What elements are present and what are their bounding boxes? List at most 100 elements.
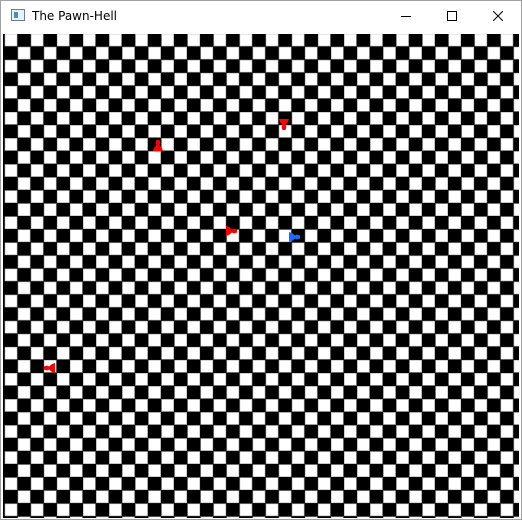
board-square-light	[448, 425, 462, 438]
board-square-light	[226, 412, 240, 425]
board-square-light	[174, 46, 187, 60]
board-square-light	[422, 477, 435, 491]
board-square-light	[30, 164, 44, 177]
board-square-light	[174, 151, 187, 164]
board-square-light	[265, 451, 279, 464]
board-square-light	[265, 85, 279, 99]
board-square-light	[265, 190, 279, 203]
minimize-button[interactable]	[383, 1, 429, 31]
board-square-light	[69, 46, 83, 60]
board-square-light	[83, 190, 96, 203]
board-square-light	[435, 281, 448, 295]
board-square-light	[109, 451, 122, 464]
title-bar[interactable]: The Pawn-Hell	[1, 1, 521, 31]
board-square-light	[109, 346, 122, 360]
board-square-light	[500, 451, 514, 464]
board-square-light	[265, 112, 279, 125]
board-square-light	[213, 59, 227, 73]
board-square-light	[83, 425, 96, 438]
board-square-light	[43, 490, 57, 504]
board-square-light	[357, 255, 370, 269]
close-button[interactable]	[475, 1, 521, 31]
board-square-light	[30, 399, 44, 412]
board-square-light	[200, 386, 214, 399]
board-square-light	[435, 151, 448, 164]
board-square-light	[239, 503, 253, 517]
board-square-light	[265, 477, 279, 491]
board-square-light	[513, 177, 519, 190]
board-square-light	[69, 203, 83, 216]
board-square-light	[148, 307, 161, 321]
board-square-light	[174, 125, 187, 138]
board-square-light	[265, 294, 279, 308]
board-square-light	[330, 490, 344, 504]
board-square-light	[56, 425, 70, 438]
board-square-light	[396, 85, 409, 99]
board-square-light	[422, 320, 435, 334]
board-square-light	[4, 164, 18, 177]
board-square-light	[69, 177, 83, 190]
board-square-light	[226, 125, 240, 138]
board-square-light	[17, 46, 31, 60]
board-square-light	[187, 242, 201, 256]
board-square-light	[4, 477, 18, 491]
board-square-light	[17, 177, 31, 190]
board-square-light	[343, 294, 357, 308]
board-square-light	[4, 112, 18, 125]
board-square-light	[83, 399, 96, 412]
board-square-light	[317, 503, 331, 517]
board-square-light	[148, 98, 161, 112]
game-board-area[interactable]	[3, 34, 519, 518]
board-square-light	[187, 34, 201, 47]
board-square-light	[148, 177, 161, 190]
board-square-light	[148, 281, 161, 295]
board-square-light	[304, 98, 318, 112]
board-square-light	[4, 216, 18, 230]
board-square-light	[4, 34, 18, 47]
board-square-light	[448, 112, 462, 125]
board-square-light	[317, 85, 331, 99]
board-square-light	[500, 112, 514, 125]
board-square-light	[56, 503, 70, 517]
board-square-light	[239, 34, 253, 47]
board-square-light	[122, 490, 135, 504]
board-square-light	[435, 464, 448, 477]
board-square-light	[187, 399, 201, 412]
board-square-light	[83, 242, 96, 256]
board-square-light	[396, 190, 409, 203]
board-square-light	[122, 203, 135, 216]
board-square-light	[69, 151, 83, 164]
board-square-light	[161, 242, 174, 256]
board-square-light	[161, 59, 174, 73]
board-square-light	[226, 255, 240, 269]
board-square-light	[461, 516, 475, 518]
board-square-light	[17, 464, 31, 477]
board-square-light	[161, 268, 174, 282]
board-square-light	[122, 177, 135, 190]
maximize-button[interactable]	[429, 1, 475, 31]
board-square-light	[161, 477, 174, 491]
game-board[interactable]	[3, 34, 519, 518]
board-square-light	[474, 59, 488, 73]
board-square-light	[109, 59, 122, 73]
board-square-light	[30, 85, 44, 99]
board-square-light	[174, 359, 187, 373]
board-square-light	[96, 229, 109, 243]
board-square-light	[422, 34, 435, 47]
board-square-light	[4, 268, 18, 282]
board-square-light	[226, 46, 240, 60]
board-square-light	[174, 464, 187, 477]
board-square-light	[343, 477, 357, 491]
board-square-light	[343, 112, 357, 125]
board-square-light	[330, 333, 344, 347]
board-square-light	[4, 320, 18, 334]
board-square-light	[43, 281, 57, 295]
board-square-light	[513, 333, 519, 347]
board-square-light	[422, 425, 435, 438]
board-square-light	[200, 412, 214, 425]
board-square-light	[435, 307, 448, 321]
board-square-light	[330, 281, 344, 295]
board-square-light	[122, 72, 135, 86]
board-square-light	[291, 138, 305, 151]
board-square-light	[56, 85, 70, 99]
